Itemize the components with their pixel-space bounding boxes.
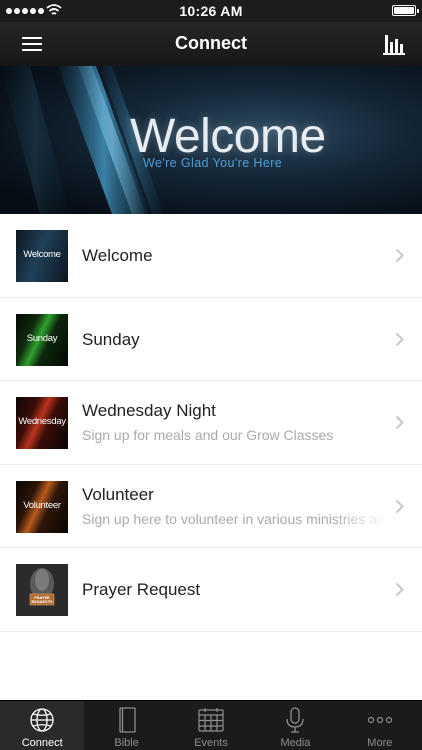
- list-item-prayer-request[interactable]: PRAYER REQUESTS Prayer Request: [0, 548, 422, 632]
- chevron-right-icon: [395, 248, 404, 263]
- list-item-title: Sunday: [82, 329, 140, 349]
- sunday-thumbnail: Sunday: [16, 313, 68, 366]
- list-item-title: Welcome: [82, 246, 153, 265]
- page-title: Connect: [175, 33, 247, 53]
- tab-label: Media: [280, 737, 311, 749]
- tab-bible[interactable]: Bible: [84, 701, 168, 750]
- status-bar: 10:26 AM: [0, 0, 422, 22]
- list-item-title: Wednesday Night: [82, 401, 216, 420]
- prayer-thumbnail-text: PRAYER REQUESTS: [31, 596, 53, 604]
- tab-more[interactable]: More: [338, 701, 422, 750]
- welcome-banner[interactable]: Welcome We're Glad You're Here: [0, 66, 422, 214]
- prayer-request-thumbnail: PRAYER REQUESTS: [16, 564, 68, 616]
- globe-icon: [30, 708, 54, 732]
- list-item-subtitle: Sign up here to volunteer in various min…: [82, 510, 388, 527]
- chevron-right-icon: [395, 332, 404, 346]
- list-item-title: Prayer Request: [82, 580, 201, 599]
- tab-label: Bible: [114, 737, 139, 749]
- list-item-welcome[interactable]: Welcome Welcome: [0, 214, 422, 298]
- wednesday-thumbnail: Wednesday: [16, 397, 68, 449]
- bar-chart-icon[interactable]: [378, 30, 408, 58]
- connect-list: Welcome Welcome Sunday Sunday Wednesday …: [0, 214, 422, 632]
- more-dots-icon: [367, 716, 392, 724]
- list-item-wednesday-night[interactable]: Wednesday Wednesday Night Sign up for me…: [0, 381, 422, 465]
- navigation-bar: Connect: [0, 22, 422, 66]
- tab-label: More: [367, 737, 393, 749]
- chevron-right-icon: [395, 415, 404, 430]
- tab-events[interactable]: Events: [169, 701, 253, 750]
- volunteer-thumbnail: Volunteer: [16, 480, 68, 533]
- tab-label: Connect: [21, 737, 63, 749]
- list-item-volunteer[interactable]: Volunteer Volunteer Sign up here to volu…: [0, 464, 422, 548]
- microphone-icon: [286, 707, 305, 733]
- tab-bar: Connect Bible Events Media More: [0, 700, 422, 750]
- praying-hands-image: [16, 564, 68, 616]
- chevron-right-icon: [395, 582, 404, 597]
- list-item-sunday[interactable]: Sunday Sunday: [0, 297, 422, 381]
- calendar-icon: [198, 708, 224, 732]
- tab-connect[interactable]: Connect: [0, 701, 85, 750]
- tab-media[interactable]: Media: [253, 701, 337, 750]
- list-item-title: Volunteer: [82, 484, 154, 504]
- chevron-right-icon: [395, 499, 404, 513]
- book-icon: [118, 707, 136, 733]
- banner-subtitle: We're Glad You're Here: [143, 156, 283, 170]
- list-item-subtitle: Sign up for meals and our Grow Classes: [82, 427, 334, 443]
- battery-icon: [392, 5, 419, 16]
- status-time: 10:26 AM: [179, 3, 243, 19]
- tab-label: Events: [194, 737, 228, 749]
- welcome-thumbnail: Welcome: [16, 230, 68, 282]
